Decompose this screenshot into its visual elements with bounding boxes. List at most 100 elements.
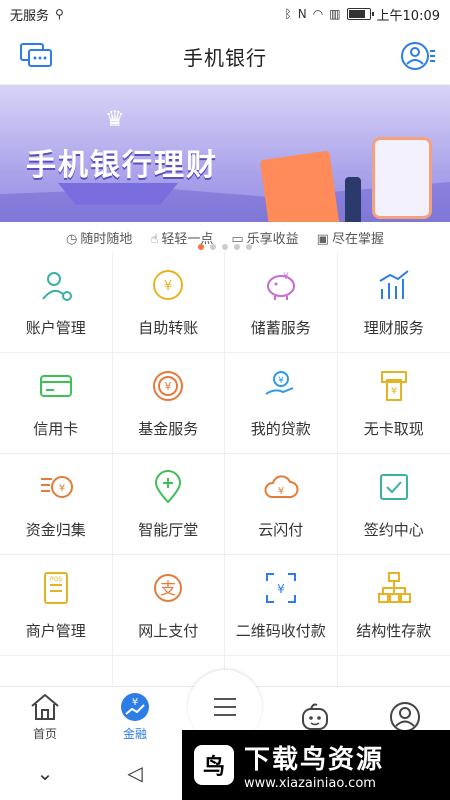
crown-icon: ♛ — [105, 107, 125, 132]
service-item[interactable]: ¥ 自助转账 — [112, 252, 225, 353]
service-label: 基金服务 — [138, 419, 199, 438]
cloud-pay-icon: ¥ — [263, 469, 299, 509]
service-item[interactable]: POS 商户管理 — [0, 555, 113, 656]
service-item[interactable]: ¥ 二维码收付款 — [225, 555, 338, 656]
clock-text: 上午10:09 — [376, 8, 440, 24]
service-label: 二维码收付款 — [235, 621, 326, 640]
service-label: 理财服务 — [363, 318, 424, 337]
service-item[interactable] — [338, 656, 450, 686]
carousel-dot[interactable] — [210, 244, 216, 250]
service-label: 我的贷款 — [250, 419, 311, 438]
finance-icon: ¥ — [121, 692, 149, 721]
carousel-dot[interactable] — [234, 244, 240, 250]
banner-ribbon — [58, 183, 178, 205]
nfc-icon: N — [297, 7, 307, 21]
watermark-title: 下载鸟资源 — [244, 745, 385, 775]
message-icon[interactable] — [18, 40, 54, 72]
service-item[interactable]: 智能厅堂 — [112, 454, 225, 555]
carousel-dot[interactable] — [198, 244, 204, 250]
service-label: 账户管理 — [25, 318, 86, 337]
location-icon — [150, 469, 186, 509]
banner-title: 手机银行理财 — [26, 148, 218, 183]
loan-icon: ¥ — [263, 368, 299, 408]
service-label: 智能厅堂 — [138, 520, 199, 539]
svg-text:¥: ¥ — [165, 380, 172, 393]
structure-icon — [376, 570, 412, 610]
carousel-dot[interactable] — [246, 244, 252, 250]
svg-text:¥: ¥ — [283, 272, 289, 282]
bluetooth-icon: ᛒ — [284, 7, 292, 21]
watermark-url: www.xiazainiao.com — [244, 776, 376, 791]
service-label: 资金归集 — [25, 520, 86, 539]
fund-icon: ¥ — [150, 368, 186, 408]
pos-icon: POS — [38, 570, 74, 610]
service-label: 网上支付 — [138, 621, 199, 640]
user-center-icon[interactable] — [400, 40, 436, 72]
status-bar: 无服务 ⚲ ᛒ N ◠ ▥ 上午10:09 — [0, 0, 450, 28]
nav-finance[interactable]: ¥ 金融 — [90, 687, 180, 746]
battery-icon — [346, 8, 374, 20]
nav-home-label: 首页 — [32, 726, 57, 741]
service-item[interactable]: 结构性存款 — [337, 555, 450, 656]
robot-icon — [302, 703, 328, 730]
back-icon[interactable]: ◁ — [90, 761, 180, 785]
service-item[interactable] — [0, 656, 113, 686]
account-icon — [38, 267, 74, 307]
watermark: 鸟 下载鸟资源 www.xiazainiao.com — [182, 730, 450, 800]
person-illustration — [345, 177, 361, 227]
home-icon — [31, 693, 59, 720]
service-label: 签约中心 — [363, 520, 424, 539]
credit-card-icon — [38, 368, 74, 408]
svg-text:¥: ¥ — [132, 697, 138, 708]
collect-icon: ¥ — [38, 469, 74, 509]
page-title: 手机银行 — [183, 45, 267, 70]
svg-text:¥: ¥ — [391, 386, 397, 397]
wifi-icon: ◠ — [312, 7, 324, 21]
service-label: 信用卡 — [33, 419, 79, 438]
service-item[interactable]: ¥ 我的贷款 — [225, 353, 338, 454]
nav-home[interactable]: 首页 — [0, 687, 90, 746]
service-label: 云闪付 — [258, 520, 304, 539]
app-header: 手机银行 — [0, 28, 450, 85]
svg-text:¥: ¥ — [278, 486, 284, 497]
service-item[interactable]: ¥ 基金服务 — [112, 353, 225, 454]
svg-text:¥: ¥ — [164, 279, 172, 294]
promo-banner[interactable]: ♛ 手机银行理财 ◷ 随时随地 ☝ 轻轻一点 ▭ 乐享收益 ▣ 尽在掌握 — [0, 85, 450, 252]
service-item[interactable]: ¥ 云闪付 — [225, 454, 338, 555]
online-pay-icon: 支 — [150, 570, 186, 610]
service-item[interactable]: 签约中心 — [337, 454, 450, 555]
service-label: 结构性存款 — [356, 621, 432, 640]
service-grid: 账户管理 ¥ 自助转账 ¥ 储蓄服务 理财服务信用卡 ¥ 基金服务 ¥ 我的贷款 ¥ 无卡取现 ¥ 资金归… — [0, 252, 450, 686]
sign-icon — [376, 469, 412, 509]
svg-text:POS: POS — [50, 576, 62, 583]
hide-nav-icon[interactable]: ⌄ — [0, 761, 90, 785]
watermark-logo-icon: 鸟 — [194, 745, 234, 785]
usb-icon: ⚲ — [55, 7, 64, 21]
service-item[interactable]: ¥ 资金归集 — [0, 454, 113, 555]
chart-icon — [376, 267, 412, 307]
piggy-bank-icon: ¥ — [263, 267, 299, 307]
svg-text:¥: ¥ — [278, 376, 284, 386]
transfer-icon: ¥ — [150, 267, 186, 307]
service-item[interactable]: 理财服务 — [337, 252, 450, 353]
cash-icon: ¥ — [376, 368, 412, 408]
service-label: 商户管理 — [25, 621, 86, 640]
qr-icon: ¥ — [263, 570, 299, 610]
phone-illustration — [372, 137, 432, 219]
nav-finance-label: 金融 — [122, 726, 147, 741]
svg-text:支: 支 — [160, 579, 176, 598]
service-label: 自助转账 — [138, 318, 199, 337]
service-item[interactable]: 信用卡 — [0, 353, 113, 454]
carousel-indicator — [0, 244, 450, 250]
service-item[interactable]: 支网上支付 — [112, 555, 225, 656]
profile-icon — [390, 701, 420, 732]
service-label: 储蓄服务 — [250, 318, 311, 337]
service-item[interactable]: ¥ 储蓄服务 — [225, 252, 338, 353]
service-item[interactable]: ¥ 无卡取现 — [337, 353, 450, 454]
signal-icon: ▥ — [329, 7, 341, 21]
carrier-text: 无服务 — [10, 8, 50, 24]
service-item[interactable]: 账户管理 — [0, 252, 113, 353]
service-label: 无卡取现 — [363, 419, 424, 438]
carousel-dot[interactable] — [222, 244, 228, 250]
svg-text:¥: ¥ — [59, 483, 65, 494]
